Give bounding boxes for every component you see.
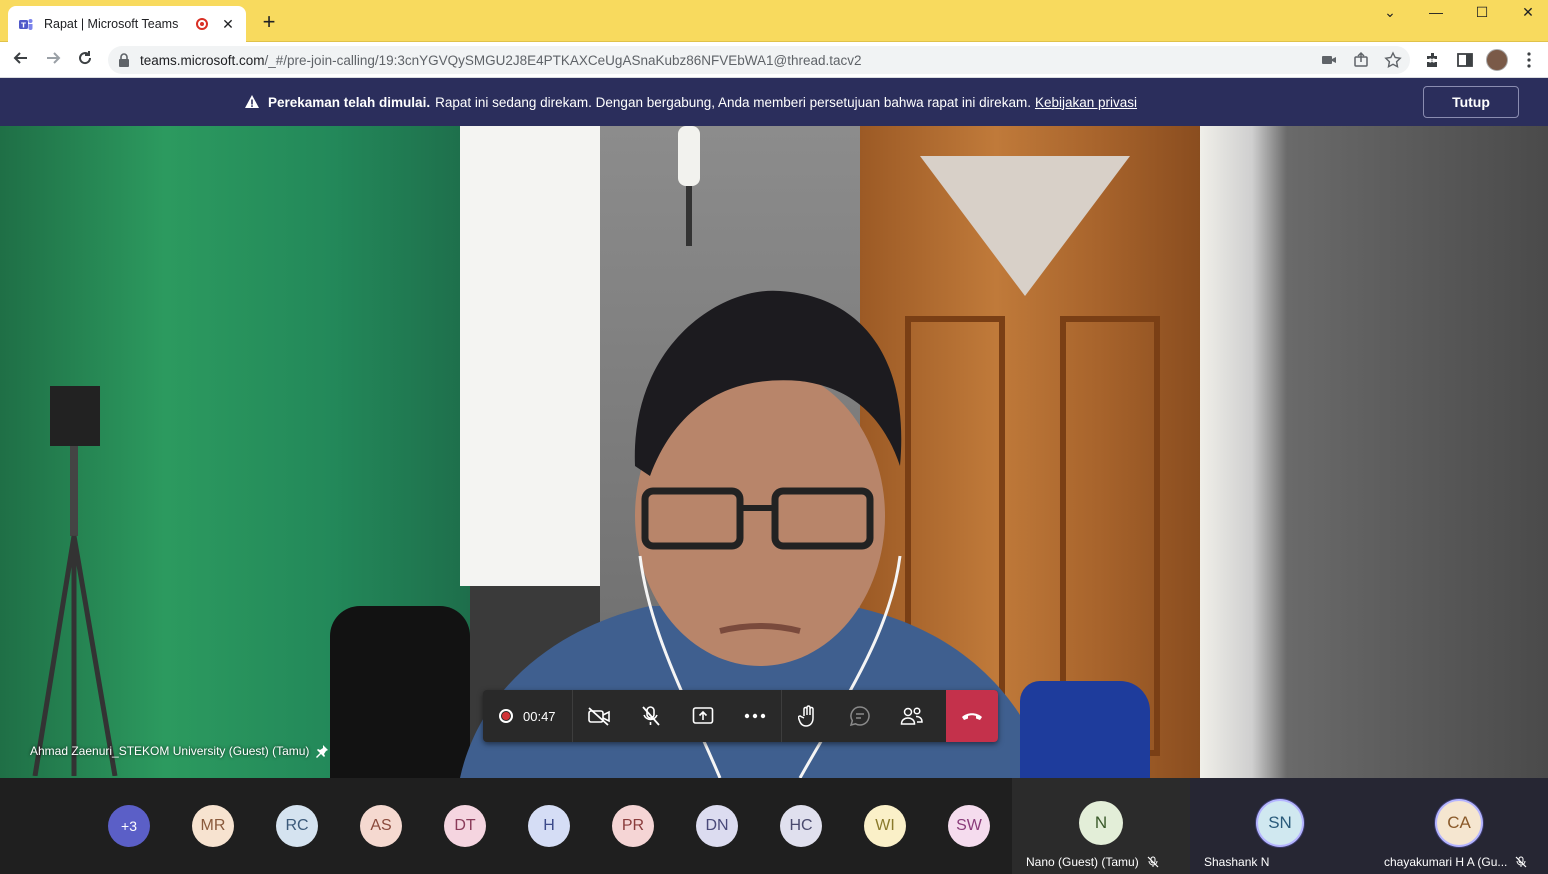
menu-kebab-icon[interactable]	[1520, 51, 1538, 69]
participant-avatar[interactable]: SW	[948, 805, 990, 847]
raise-hand-button[interactable]	[782, 690, 834, 742]
participant-name: Nano (Guest) (Tamu)	[1026, 855, 1139, 869]
hangup-icon	[962, 713, 982, 720]
recording-banner: Perekaman telah dimulai. Rapat ini sedan…	[0, 78, 1548, 126]
camera-blocked-icon[interactable]	[1320, 51, 1338, 69]
participant-avatar[interactable]: RC	[276, 805, 318, 847]
chat-button[interactable]	[834, 690, 886, 742]
tab-search-button[interactable]: ⌄	[1378, 4, 1402, 24]
browser-tab-strip: T Rapat | Microsoft Teams ✕ + ⌄ — ☐ ✕	[0, 0, 1548, 42]
recording-timer: 00:47	[483, 690, 573, 742]
participant-avatar[interactable]: HC	[780, 805, 822, 847]
arrow-left-icon	[13, 52, 27, 64]
participant-avatar[interactable]: H	[528, 805, 570, 847]
bookmark-star-icon[interactable]	[1384, 51, 1402, 69]
pin-icon[interactable]	[315, 744, 329, 758]
camera-off-icon	[587, 707, 610, 726]
camera-tripod	[32, 386, 118, 776]
participant-name: Shashank N	[1204, 855, 1270, 869]
camera-toggle-button[interactable]	[573, 690, 625, 742]
privacy-policy-link[interactable]: Kebijakan privasi	[1035, 95, 1137, 110]
call-timer: 00:47	[523, 708, 556, 724]
banner-text: Rapat ini sedang direkam. Dengan bergabu…	[435, 94, 1031, 110]
arrow-right-icon	[47, 52, 61, 64]
participants-strip: +3 MR RC AS DT H PR DN HC WI SW N Nano (Guest) (T…	[0, 778, 1548, 874]
url-path: /_#/pre-join-calling/19:3cnYGVQySMGU2J8E…	[264, 52, 862, 68]
extensions-icon[interactable]	[1424, 51, 1442, 69]
url-host: teams.microsoft.com	[140, 52, 265, 68]
participant-avatar[interactable]: WI	[864, 805, 906, 847]
participant-avatar: CA	[1437, 801, 1481, 845]
leave-call-button[interactable]	[946, 690, 998, 742]
participant-avatar[interactable]: AS	[360, 805, 402, 847]
participant-avatar[interactable]: DN	[696, 805, 738, 847]
teams-icon: T	[19, 19, 33, 30]
share-screen-button[interactable]	[677, 690, 729, 742]
speaker-name: Ahmad Zaenuri_STEKOM University (Guest) …	[30, 744, 310, 758]
video-stage[interactable]: Ahmad Zaenuri_STEKOM University (Guest) …	[0, 126, 1548, 778]
window-close-button[interactable]: ✕	[1516, 4, 1540, 24]
reload-icon	[79, 51, 92, 65]
banner-title: Perekaman telah dimulai.	[268, 94, 431, 110]
more-actions-button[interactable]	[729, 690, 781, 742]
raise-hand-icon	[797, 705, 814, 727]
new-tab-button[interactable]: +	[258, 11, 280, 33]
participant-avatar[interactable]: DT	[444, 805, 486, 847]
browser-toolbar: teams.microsoft.com/_#/pre-join-calling/…	[0, 42, 1548, 78]
right-wall	[1200, 126, 1548, 778]
tab-title: Rapat | Microsoft Teams	[44, 17, 179, 31]
participant-avatar: N	[1079, 801, 1123, 845]
lock-icon	[119, 53, 129, 67]
maximize-button[interactable]: ☐	[1470, 4, 1494, 24]
banner-close-button[interactable]: Tutup	[1423, 86, 1519, 118]
participant-tile[interactable]: CA chayakumari H A (Gu...	[1370, 778, 1548, 874]
more-icon	[744, 713, 765, 719]
record-icon	[499, 709, 513, 723]
overflow-participants[interactable]: +3	[108, 805, 150, 847]
participant-name-label: Shashank N	[1204, 855, 1269, 869]
call-controls: 00:47	[483, 690, 998, 742]
mic-toggle-button[interactable]	[625, 690, 677, 742]
chat-icon	[849, 706, 870, 727]
participant-name-label: chayakumari H A (Gu...	[1384, 855, 1527, 869]
share-icon	[692, 707, 713, 724]
back-button[interactable]	[10, 49, 32, 71]
mic-muted-icon	[1147, 856, 1159, 868]
forward-button[interactable]	[42, 49, 64, 71]
warning-icon	[245, 95, 259, 108]
participants-button[interactable]	[886, 690, 938, 742]
light-stand	[678, 126, 700, 246]
participant-name-label: Nano (Guest) (Tamu)	[1026, 855, 1159, 869]
address-bar[interactable]: teams.microsoft.com/_#/pre-join-calling/…	[108, 46, 1410, 74]
blue-cloth	[1020, 681, 1150, 778]
participant-avatar[interactable]: PR	[612, 805, 654, 847]
participant-avatar: SN	[1258, 801, 1302, 845]
participant-name: chayakumari H A (Gu...	[1384, 855, 1508, 869]
participant-avatar[interactable]: MR	[192, 805, 234, 847]
banner-message: Perekaman telah dimulai. Rapat ini sedan…	[244, 94, 1137, 110]
participants-icon	[900, 707, 923, 725]
speaker-name-label: Ahmad Zaenuri_STEKOM University (Guest) …	[30, 744, 329, 758]
profile-avatar[interactable]	[1486, 49, 1508, 71]
svg-text:T: T	[21, 22, 26, 30]
mic-off-icon	[641, 706, 660, 726]
reload-button[interactable]	[74, 49, 96, 71]
recording-indicator-icon	[196, 18, 208, 30]
stained-glass	[920, 156, 1130, 296]
side-panel-icon[interactable]	[1456, 51, 1474, 69]
minimize-button[interactable]: —	[1424, 4, 1448, 24]
participant-tile[interactable]: SN Shashank N	[1190, 778, 1370, 874]
participant-tile[interactable]: N Nano (Guest) (Tamu)	[1012, 778, 1190, 874]
browser-tab[interactable]: T Rapat | Microsoft Teams ✕	[8, 6, 246, 42]
share-page-icon[interactable]	[1352, 51, 1370, 69]
mic-muted-icon	[1515, 856, 1527, 868]
tab-close-button[interactable]: ✕	[220, 16, 236, 33]
